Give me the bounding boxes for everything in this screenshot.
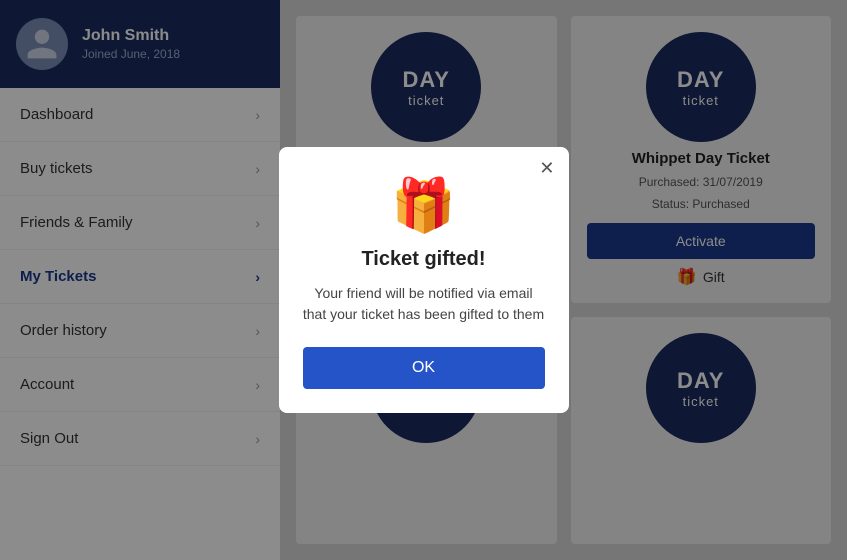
modal-close-button[interactable]: ✕: [539, 159, 554, 177]
app-container: John Smith Joined June, 2018 Dashboard ›…: [0, 0, 847, 560]
modal-overlay: ✕ 🎁 Ticket gifted! Your friend will be n…: [0, 0, 847, 560]
modal-title: Ticket gifted!: [361, 248, 485, 271]
modal-ok-button[interactable]: OK: [303, 347, 545, 389]
modal-message: Your friend will be notified via email t…: [303, 283, 545, 325]
modal: ✕ 🎁 Ticket gifted! Your friend will be n…: [279, 147, 569, 413]
modal-gift-icon: 🎁: [391, 175, 456, 236]
